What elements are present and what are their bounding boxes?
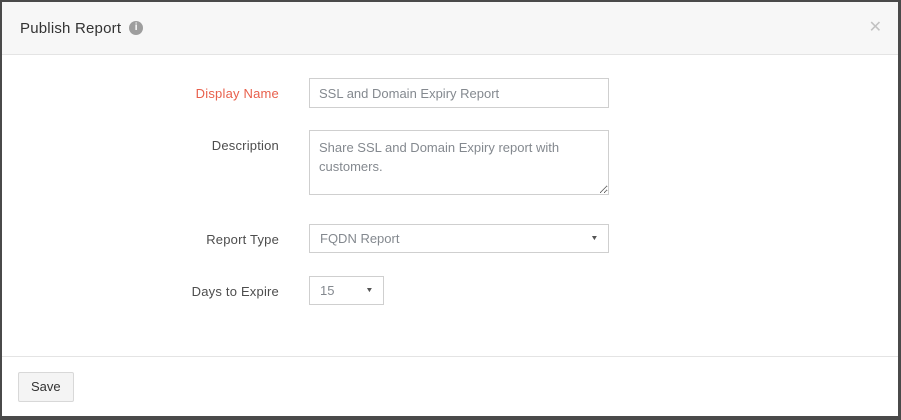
report-type-selected-value: FQDN Report xyxy=(320,231,399,246)
info-icon[interactable]: i xyxy=(129,21,143,35)
chevron-down-icon: ▼ xyxy=(590,235,598,242)
display-name-label: Display Name xyxy=(2,78,279,101)
description-row: Description Share SSL and Domain Expiry … xyxy=(2,130,898,200)
days-to-expire-selected-value: 15 xyxy=(320,283,334,298)
days-to-expire-select[interactable]: 15 ▼ xyxy=(309,276,384,305)
days-to-expire-row: Days to Expire 15 ▼ xyxy=(2,276,898,305)
report-type-row: Report Type FQDN Report ▼ xyxy=(2,224,898,253)
modal-footer: Save xyxy=(2,356,898,416)
report-type-select[interactable]: FQDN Report ▼ xyxy=(309,224,609,253)
close-icon[interactable]: ✕ xyxy=(869,20,882,36)
description-textarea[interactable]: Share SSL and Domain Expiry report with … xyxy=(309,130,609,195)
days-to-expire-label: Days to Expire xyxy=(2,276,279,299)
chevron-down-icon: ▼ xyxy=(365,287,373,294)
modal-header: Publish Report i ✕ xyxy=(2,2,898,55)
report-type-label: Report Type xyxy=(2,224,279,247)
page-title: Publish Report xyxy=(20,20,121,37)
save-button[interactable]: Save xyxy=(18,372,74,402)
publish-report-modal: Publish Report i ✕ Display Name Descript… xyxy=(0,0,901,420)
modal-body: Display Name Description Share SSL and D… xyxy=(2,55,898,356)
display-name-input[interactable] xyxy=(309,78,609,108)
description-label: Description xyxy=(2,130,279,153)
display-name-row: Display Name xyxy=(2,78,898,108)
